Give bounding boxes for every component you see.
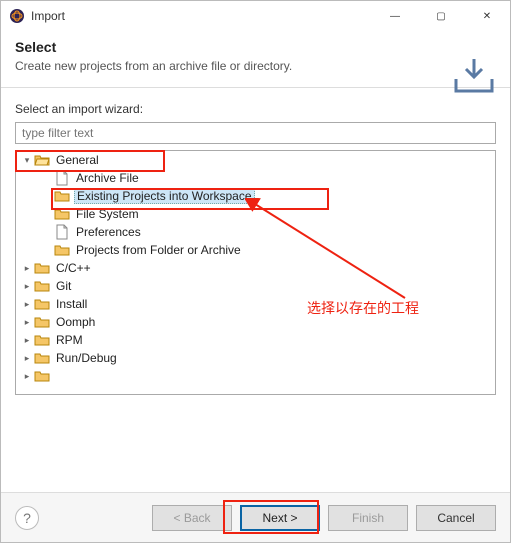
back-button[interactable]: < Back (152, 505, 232, 531)
dialog-header: Select Create new projects from an archi… (1, 31, 510, 88)
window-title: Import (31, 9, 372, 23)
help-button[interactable]: ? (15, 506, 39, 530)
tree-node-rpm[interactable]: ▸ RPM (16, 331, 495, 349)
cancel-button[interactable]: Cancel (416, 505, 496, 531)
tree-label: Existing Projects into Workspace (74, 188, 255, 204)
chevron-right-icon[interactable]: ▸ (20, 263, 34, 274)
chevron-right-icon[interactable]: ▸ (20, 335, 34, 346)
dialog-footer: ? < Back Next > Finish Cancel (1, 492, 510, 542)
tree-label: Run/Debug (54, 351, 119, 365)
tree-node-preferences[interactable]: Preferences (16, 223, 495, 241)
tree-node-ccpp[interactable]: ▸ C/C++ (16, 259, 495, 277)
select-wizard-prompt: Select an import wizard: (15, 102, 496, 116)
chevron-right-icon[interactable]: ▸ (20, 299, 34, 310)
tree-label: File System (74, 207, 141, 221)
import-wizard-tree[interactable]: ▾ General Archive File Existing Projects… (15, 150, 496, 395)
close-button[interactable]: ✕ (464, 1, 510, 31)
tree-node-more[interactable]: ▸ (16, 367, 495, 385)
tree-label: Archive File (74, 171, 141, 185)
filter-input[interactable] (15, 122, 496, 144)
chevron-right-icon[interactable]: ▸ (20, 317, 34, 328)
tree-node-git[interactable]: ▸ Git (16, 277, 495, 295)
tree-label: Oomph (54, 315, 97, 329)
folder-icon (34, 278, 50, 294)
tree-node-install[interactable]: ▸ Install (16, 295, 495, 313)
folder-icon (34, 260, 50, 276)
chevron-down-icon[interactable]: ▾ (20, 155, 34, 166)
folder-icon (34, 296, 50, 312)
folder-open-icon (34, 152, 50, 168)
tree-label: Install (54, 297, 89, 311)
tree-wrapper: ▾ General Archive File Existing Projects… (15, 150, 496, 395)
eclipse-icon (9, 8, 25, 24)
next-button[interactable]: Next > (240, 505, 320, 531)
title-bar: Import — ▢ ✕ (1, 1, 510, 31)
tree-label: Preferences (74, 225, 143, 239)
chevron-right-icon[interactable]: ▸ (20, 371, 34, 382)
folder-icon (34, 332, 50, 348)
tree-node-archive-file[interactable]: Archive File (16, 169, 495, 187)
tree-label: RPM (54, 333, 85, 347)
file-icon (54, 224, 70, 240)
tree-node-general[interactable]: ▾ General (16, 151, 495, 169)
import-icon (452, 57, 496, 100)
tree-label: Projects from Folder or Archive (74, 243, 243, 257)
page-title: Select (15, 39, 496, 55)
finish-button[interactable]: Finish (328, 505, 408, 531)
tree-label: General (54, 153, 101, 167)
folder-icon (34, 350, 50, 366)
chevron-right-icon[interactable]: ▸ (20, 353, 34, 364)
folder-icon (34, 368, 50, 384)
file-icon (54, 170, 70, 186)
chevron-right-icon[interactable]: ▸ (20, 281, 34, 292)
folder-icon (54, 242, 70, 258)
tree-node-existing-projects[interactable]: Existing Projects into Workspace (16, 187, 495, 205)
wizard-content: Select an import wizard: ▾ General Archi… (1, 88, 510, 395)
folder-icon (34, 314, 50, 330)
maximize-button[interactable]: ▢ (418, 1, 464, 31)
page-description: Create new projects from an archive file… (15, 59, 496, 73)
tree-label: Git (54, 279, 73, 293)
tree-node-rundebug[interactable]: ▸ Run/Debug (16, 349, 495, 367)
minimize-button[interactable]: — (372, 1, 418, 31)
folder-icon (54, 188, 70, 204)
tree-node-oomph[interactable]: ▸ Oomph (16, 313, 495, 331)
folder-icon (54, 206, 70, 222)
tree-label: C/C++ (54, 261, 93, 275)
tree-node-projects-from-folder[interactable]: Projects from Folder or Archive (16, 241, 495, 259)
tree-node-file-system[interactable]: File System (16, 205, 495, 223)
